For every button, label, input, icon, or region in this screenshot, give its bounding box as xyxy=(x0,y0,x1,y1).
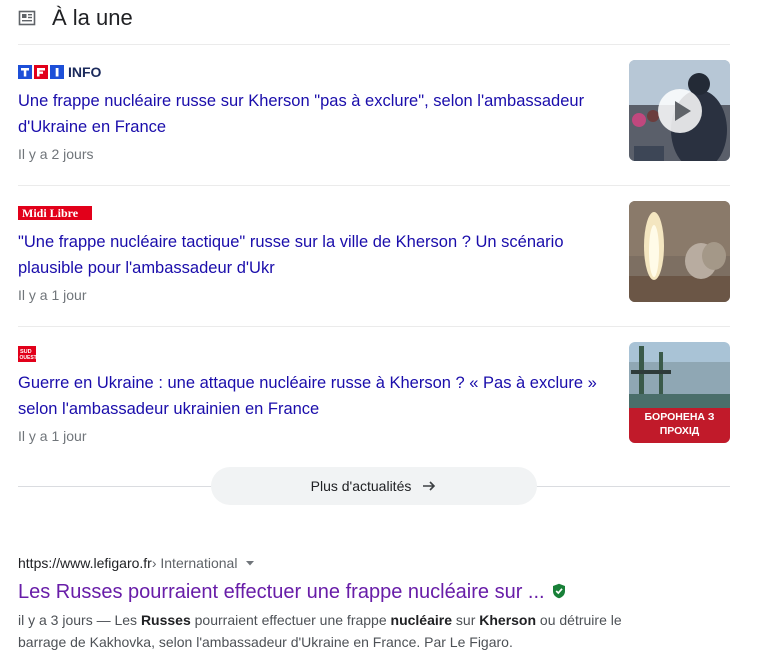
svg-text:OUEST: OUEST xyxy=(20,355,37,361)
newspaper-icon xyxy=(18,10,36,26)
divider xyxy=(18,326,730,327)
article-thumbnail[interactable] xyxy=(629,201,730,302)
svg-text:Midi Libre: Midi Libre xyxy=(22,206,79,220)
caret-down-icon[interactable] xyxy=(245,558,255,568)
thumbnail-image xyxy=(629,201,730,302)
article-age: Il y a 1 jour xyxy=(18,428,87,444)
verified-shield-icon xyxy=(553,583,566,599)
article-headline[interactable]: "Une frappe nucléaire tactique" russe su… xyxy=(18,229,608,281)
more-news-row: Plus d'actualités xyxy=(18,467,730,505)
news-card[interactable]: INFO Une frappe nucléaire russe sur Kher… xyxy=(18,60,730,164)
top-stories-header: À la une xyxy=(18,4,133,32)
result-url[interactable]: https://www.lefigaro.fr › International xyxy=(18,553,730,573)
divider xyxy=(18,44,730,45)
thumbnail-caption: БОРОНЕНА З ПРОХІД xyxy=(644,411,715,437)
play-icon[interactable] xyxy=(657,88,703,134)
source-logo-sudouest: SUD OUEST xyxy=(18,346,730,362)
news-card[interactable]: SUD OUEST Guerre en Ukraine : une attaqu… xyxy=(18,342,730,446)
article-thumbnail[interactable] xyxy=(629,60,730,161)
article-headline[interactable]: Une frappe nucléaire russe sur Kherson "… xyxy=(18,88,608,140)
result-title-text: Les Russes pourraient effectuer une frap… xyxy=(18,581,545,603)
article-age: Il y a 1 jour xyxy=(18,287,87,303)
more-news-label: Plus d'actualités xyxy=(310,478,412,494)
article-headline[interactable]: Guerre en Ukraine : une attaque nucléair… xyxy=(18,370,608,422)
tf1-info-logo: INFO xyxy=(18,65,102,79)
source-logo-midilibre: Midi Libre xyxy=(18,205,730,221)
result-snippet: il y a 3 jours — Les Russes pourraient e… xyxy=(18,612,622,650)
midi-libre-logo: Midi Libre xyxy=(18,206,92,220)
news-card[interactable]: Midi Libre "Une frappe nucléaire tactiqu… xyxy=(18,201,730,305)
result-breadcrumb: › International xyxy=(151,555,238,571)
article-age: Il y a 2 jours xyxy=(18,146,94,162)
divider xyxy=(18,185,730,186)
result-domain: https://www.lefigaro.fr xyxy=(18,555,152,571)
section-title: À la une xyxy=(52,5,133,30)
source-logo-tf1info: INFO xyxy=(18,64,730,80)
search-result: https://www.lefigaro.fr › International … xyxy=(18,553,730,653)
svg-text:INFO: INFO xyxy=(68,65,102,79)
article-thumbnail[interactable]: БОРОНЕНА З ПРОХІД xyxy=(629,342,730,443)
more-news-button[interactable]: Plus d'actualités xyxy=(211,467,537,505)
result-title[interactable]: Les Russes pourraient effectuer une frap… xyxy=(18,579,730,605)
arrow-right-icon xyxy=(423,481,436,491)
sud-ouest-logo: SUD OUEST xyxy=(18,346,36,362)
